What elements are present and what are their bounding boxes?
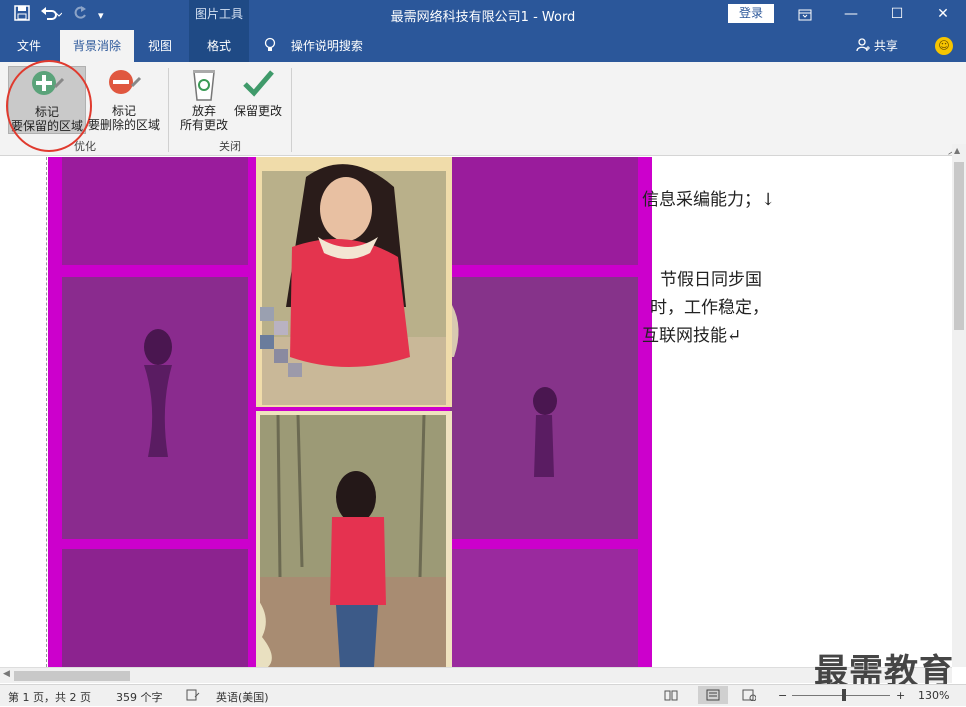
feedback-smiley-icon[interactable]: ☺	[935, 37, 953, 55]
discard-all-changes-button[interactable]: 放弃 所有更改	[176, 66, 232, 132]
web-layout-icon[interactable]	[742, 689, 757, 704]
refine-group-label: 优化	[74, 140, 96, 153]
checkmark-icon	[240, 66, 276, 102]
page-margin-guide	[46, 157, 47, 667]
person-icon	[856, 38, 874, 53]
document-text-line-4: 互联网技能↵	[642, 326, 742, 346]
language-indicator[interactable]: 英语(美国)	[216, 689, 269, 705]
group-separator	[168, 68, 169, 152]
zoom-slider-track[interactable]	[792, 695, 890, 696]
horizontal-scrollbar[interactable]: ◀	[0, 667, 952, 683]
share-label: 共享	[873, 39, 898, 53]
document-text-line-1: 信息采编能力；↓	[642, 190, 776, 210]
discard-label-line1: 放弃	[191, 104, 216, 118]
minimize-icon[interactable]: —	[828, 0, 874, 30]
close-icon[interactable]: ✕	[920, 0, 966, 30]
zoom-slider-thumb[interactable]	[842, 689, 846, 701]
document-text-line-2: 节假日同步国	[660, 270, 762, 290]
remove-label-line1: 标记	[111, 104, 136, 118]
horizontal-scroll-thumb[interactable]	[14, 671, 130, 681]
word-count[interactable]: 359 个字	[116, 689, 163, 705]
document-text-line-3: 时，工作稳定，	[650, 298, 769, 318]
scroll-up-icon[interactable]: ▲	[954, 146, 960, 155]
tab-remove-background[interactable]: 背景消除	[60, 30, 134, 62]
group-separator	[291, 68, 292, 152]
zoom-out-icon[interactable]: −	[778, 689, 787, 702]
keep-changes-button[interactable]: 保留更改	[230, 66, 286, 118]
tell-me-label: 操作说明搜索	[290, 39, 363, 53]
page-count[interactable]: 第 1 页，共 2 页	[8, 689, 91, 705]
share-button[interactable]: 共享	[856, 30, 898, 62]
zoom-in-icon[interactable]: +	[896, 689, 905, 702]
login-button[interactable]: 登录	[728, 4, 774, 23]
minus-icon	[106, 66, 142, 102]
background-removal-image[interactable]	[48, 157, 652, 667]
vertical-scrollbar[interactable]: ▲	[952, 144, 966, 667]
tab-format[interactable]: 格式	[189, 30, 249, 62]
ribbon-display-options-icon[interactable]	[782, 0, 828, 30]
status-bar: 第 1 页，共 2 页 359 个字 英语(美国) − + 130%	[0, 684, 966, 706]
discard-label-line2: 所有更改	[179, 118, 228, 132]
recycle-bin-icon	[186, 66, 222, 102]
tell-me-search[interactable]: 操作说明搜索	[263, 30, 363, 62]
print-layout-icon[interactable]	[698, 686, 728, 704]
scroll-left-icon[interactable]: ◀	[3, 669, 10, 679]
mark-areas-to-remove-button[interactable]: 标记 要删除的区域	[86, 66, 162, 132]
ribbon-tabs: 文件 背景消除 视图 格式 操作说明搜索 共享 ☺	[0, 30, 966, 62]
proofing-icon[interactable]	[186, 689, 200, 704]
document-area: 信息采编能力；↓ 节假日同步国 时，工作稳定， 互联网技能↵	[0, 157, 952, 667]
ribbon: 标记 要保留的区域 标记 要删除的区域 优化 放弃 所有更改 保留更改 关闭 ︿	[0, 60, 966, 157]
keep-changes-label: 保留更改	[233, 104, 282, 118]
tab-file[interactable]: 文件	[0, 30, 58, 62]
zoom-level[interactable]: 130%	[918, 689, 949, 702]
title-bar: ▾ 图片工具 最需网络科技有限公司1 - Word 登录 — ☐ ✕	[0, 0, 966, 30]
remove-label-line2: 要删除的区域	[87, 118, 160, 132]
vertical-scroll-thumb[interactable]	[954, 162, 964, 330]
tab-view[interactable]: 视图	[136, 30, 184, 62]
close-group-label: 关闭	[219, 140, 241, 153]
read-mode-icon[interactable]	[664, 689, 678, 704]
lightbulb-icon	[263, 37, 281, 53]
maximize-icon[interactable]: ☐	[874, 0, 920, 30]
